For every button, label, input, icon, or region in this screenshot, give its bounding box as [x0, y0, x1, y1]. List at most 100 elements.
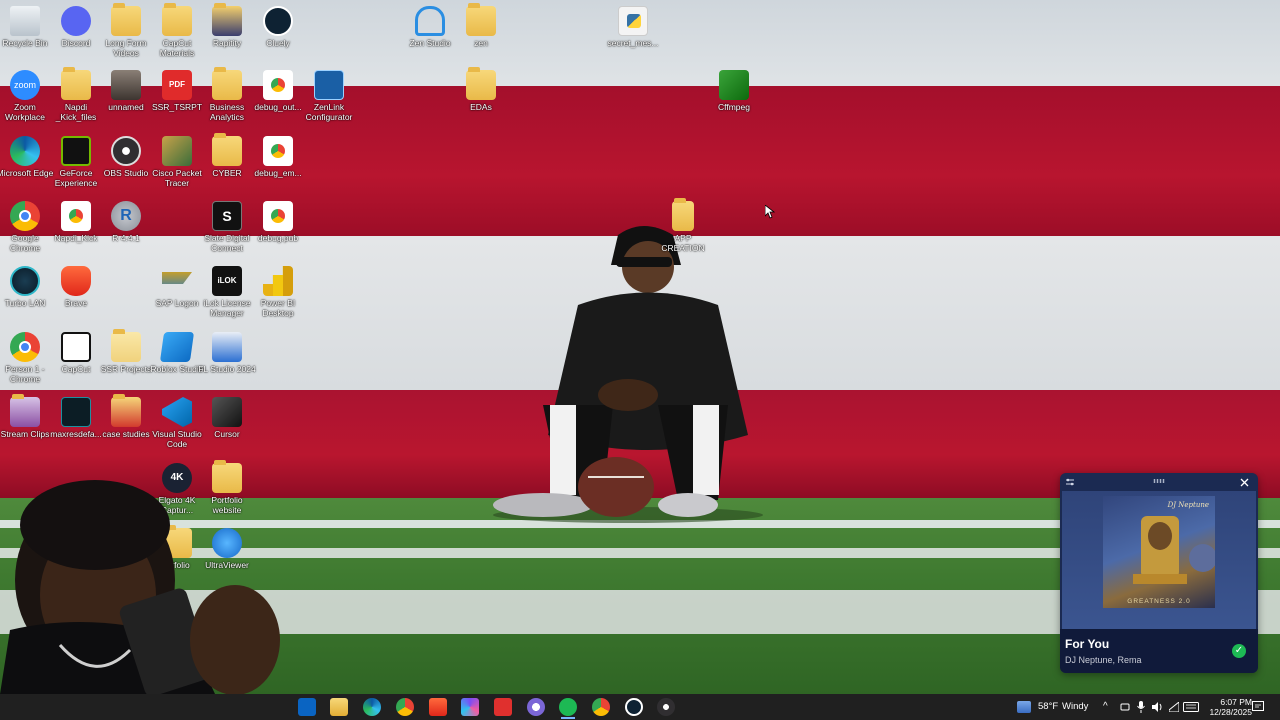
edge-taskbar-icon[interactable] — [363, 698, 381, 716]
wallpaper-person-with-football — [493, 226, 763, 523]
chrome-icon — [10, 332, 40, 362]
cluely-icon — [263, 6, 293, 36]
file-explorer-icon[interactable] — [330, 698, 348, 716]
mouse-cursor — [765, 205, 775, 219]
person1-chrome-shortcut[interactable]: Person 1 - Chrome — [0, 332, 54, 384]
zen-studio-shortcut[interactable]: Zen Studio — [401, 6, 459, 48]
vscode-icon — [162, 397, 192, 427]
folder-icon — [212, 67, 242, 100]
stream-clips-shortcut[interactable]: Stream Clips — [0, 394, 54, 439]
debug-out-file[interactable]: debug_out... — [249, 70, 307, 112]
debug-pub-file[interactable]: debug.pub — [249, 201, 307, 243]
fl-studio-icon — [212, 332, 242, 362]
rapitity-shortcut[interactable]: Rapitity — [198, 3, 256, 48]
roblox-icon — [159, 332, 195, 362]
brave-shortcut[interactable]: Brave — [47, 266, 105, 308]
zenlink-configurator-shortcut[interactable]: ZenLink Configurator — [300, 70, 358, 122]
cluely-taskbar-icon[interactable] — [625, 698, 643, 716]
zen-folder[interactable]: zen — [452, 3, 510, 48]
chrome-document-icon — [263, 201, 293, 231]
zoom-icon: zoom — [10, 70, 40, 100]
folder-icon — [111, 394, 141, 427]
saved-check-icon[interactable]: ✓ — [1232, 644, 1246, 658]
folder-icon — [212, 3, 242, 36]
turbo-lan-shortcut[interactable]: Turbo LAN — [0, 266, 54, 308]
zenlink-icon — [314, 70, 344, 100]
app-tray-icon[interactable] — [1120, 702, 1130, 712]
media-player-widget[interactable]: DJ Neptune GREATNESS 2.0 For You DJ Nept… — [1060, 473, 1258, 673]
wifi-icon[interactable] — [1169, 702, 1179, 712]
folder-icon — [672, 198, 694, 231]
weather-icon[interactable] — [1017, 701, 1031, 713]
python-file-icon — [618, 6, 648, 36]
case-studies-folder[interactable]: case studies — [97, 394, 155, 439]
weather-desc[interactable]: Windy — [1062, 694, 1088, 720]
cursor-app-icon — [212, 397, 242, 427]
edas-folder[interactable]: EDAs — [452, 67, 510, 112]
cursor-shortcut[interactable]: Cursor — [198, 397, 256, 439]
clock[interactable]: 6:07 PM 12/28/2025 — [1209, 697, 1252, 717]
keyboard-icon[interactable] — [1183, 702, 1199, 712]
volume-icon[interactable] — [1151, 701, 1163, 713]
obs-studio-shortcut[interactable]: OBS Studio — [97, 136, 155, 178]
nvidia-icon — [61, 136, 91, 166]
screen-recorder-taskbar-icon[interactable] — [494, 698, 512, 716]
clock-time: 6:07 PM — [1220, 697, 1252, 707]
app-taskbar-icon[interactable] — [461, 698, 479, 716]
now-playing-info: For You DJ Neptune, Rema ✓ — [1060, 629, 1258, 673]
microsoft-edge-shortcut[interactable]: Microsoft Edge — [0, 136, 54, 178]
r-language-icon: R — [111, 201, 141, 231]
folder-icon — [61, 67, 91, 100]
cluely-shortcut[interactable]: Cluely — [249, 6, 307, 48]
microphone-icon[interactable] — [1137, 701, 1145, 713]
active-indicator — [561, 717, 575, 719]
image-file-icon — [61, 397, 91, 427]
pdf-icon: PDF — [162, 70, 192, 100]
fl-studio-shortcut[interactable]: FL Studio 2024 — [198, 332, 256, 374]
sap-icon — [162, 272, 192, 284]
folder-icon — [212, 133, 242, 166]
slate-digital-shortcut[interactable]: S Slate Digital Connect — [198, 201, 256, 253]
cffmpeg-shortcut[interactable]: Cffmpeg — [705, 70, 763, 112]
obs-taskbar-icon[interactable] — [657, 698, 675, 716]
settings-sliders-icon[interactable] — [1065, 477, 1075, 487]
slate-digital-icon: S — [212, 201, 242, 231]
chrome-icon — [10, 201, 40, 231]
ilok-shortcut[interactable]: iLOK iLok License Manager — [198, 266, 256, 318]
secret-mes-file[interactable]: secret_mes... — [604, 6, 662, 48]
power-bi-shortcut[interactable]: Power BI Desktop — [249, 266, 307, 318]
folder-icon — [111, 329, 141, 362]
app-creation-folder[interactable]: APP CREATION — [654, 198, 712, 253]
cyber-folder[interactable]: CYBER — [198, 133, 256, 178]
mail-app-icon[interactable] — [298, 698, 316, 716]
taskbar: 58°F Windy ^ 6:07 PM 12/28/2025 — [0, 694, 1280, 720]
chrome-taskbar-icon[interactable] — [396, 698, 414, 716]
drag-handle-icon[interactable] — [1153, 479, 1165, 483]
spotify-taskbar-icon[interactable] — [559, 698, 577, 716]
weather-temp[interactable]: 58°F — [1038, 694, 1058, 720]
ssr-projects-folder[interactable]: SSR Projects — [97, 329, 155, 374]
unnamed-file[interactable]: unnamed — [97, 70, 155, 112]
brave-taskbar-icon[interactable] — [429, 698, 447, 716]
tray-chevron-icon[interactable]: ^ — [1103, 694, 1108, 720]
image-file-icon — [111, 70, 141, 100]
debug-em-file[interactable]: debug_em... — [249, 136, 307, 178]
album-art-area: DJ Neptune GREATNESS 2.0 — [1062, 491, 1256, 629]
chrome-second-taskbar-icon[interactable] — [592, 698, 610, 716]
recycle-bin-shortcut[interactable]: Recycle Bin — [0, 6, 54, 48]
chrome-profile-taskbar-icon[interactable] — [527, 698, 545, 716]
chrome-document-icon — [263, 136, 293, 166]
r-shortcut[interactable]: RR 4.4.1 — [97, 201, 155, 243]
google-chrome-shortcut[interactable]: Google Chrome — [0, 201, 54, 253]
album-title-text: GREATNESS 2.0 — [1127, 598, 1191, 605]
business-analytics-folder[interactable]: Business Analytics — [198, 67, 256, 122]
media-widget-header — [1060, 473, 1258, 491]
obs-icon — [111, 136, 141, 166]
ilok-icon: iLOK — [212, 266, 242, 296]
close-icon[interactable] — [1240, 478, 1249, 487]
notification-icon[interactable] — [1252, 701, 1264, 713]
folder-icon — [466, 67, 496, 100]
zoom-workplace-shortcut[interactable]: zoom Zoom Workplace — [0, 70, 54, 122]
long-form-videos-folder[interactable]: Long Form Videos — [97, 3, 155, 58]
folder-icon — [466, 3, 496, 36]
